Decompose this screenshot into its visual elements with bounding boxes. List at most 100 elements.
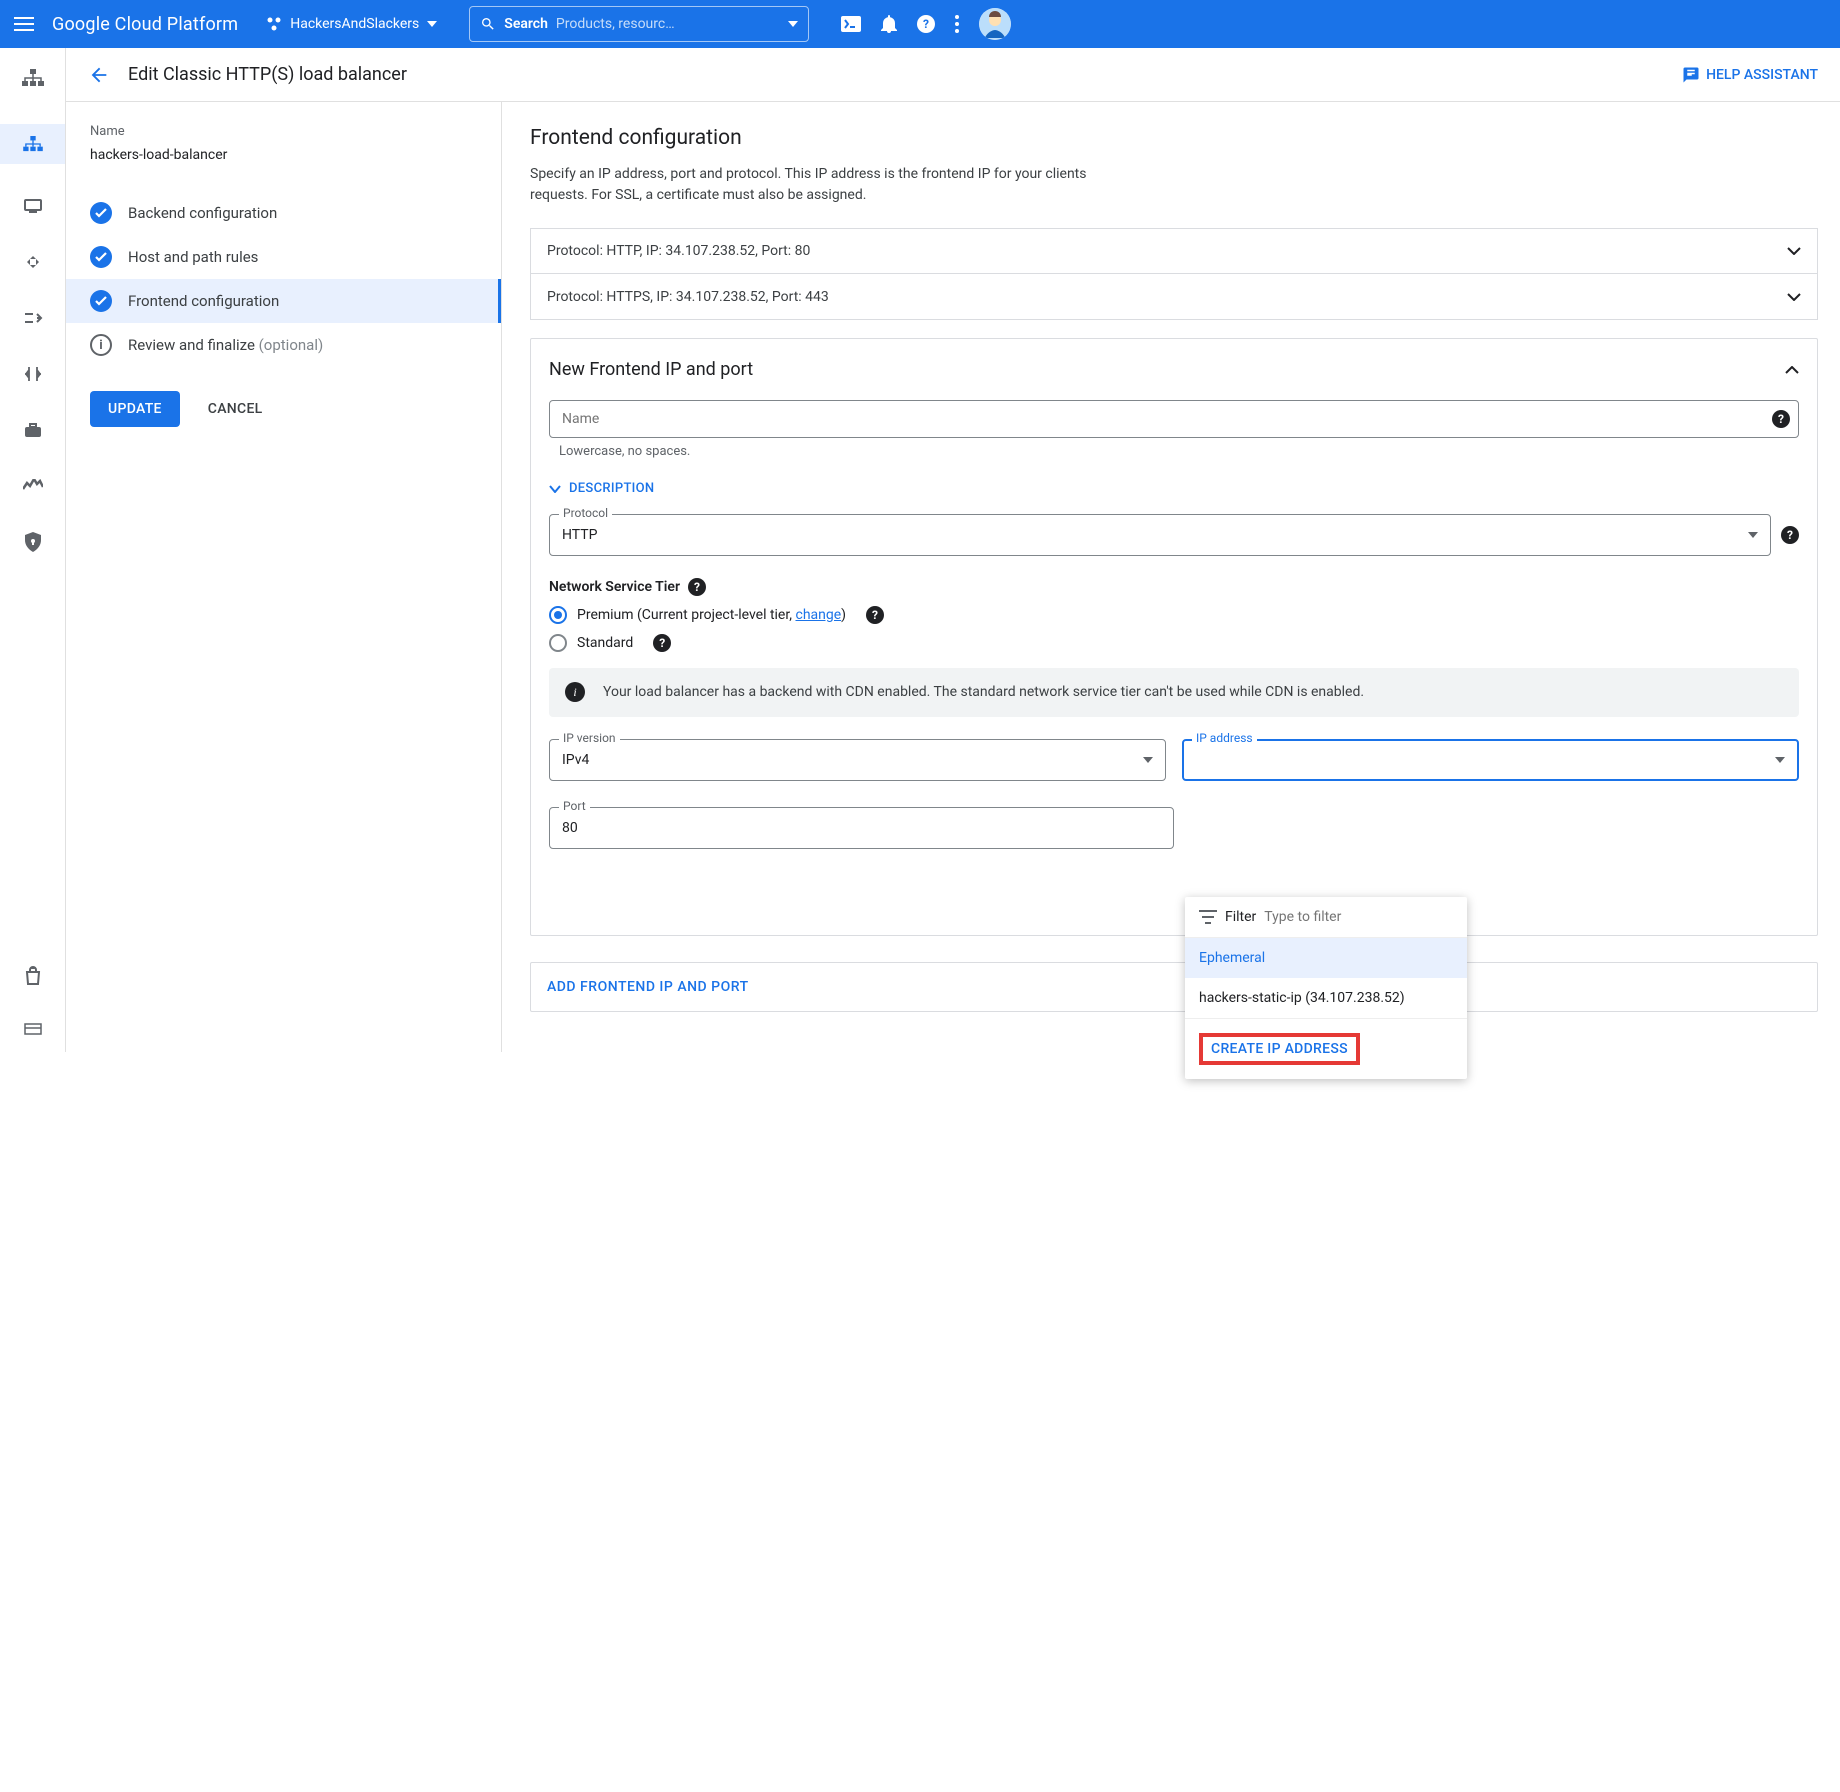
nav-network-icon[interactable] bbox=[0, 60, 65, 96]
radio-unselected-icon bbox=[549, 634, 567, 652]
chat-icon bbox=[1682, 66, 1700, 84]
nav-expand-icon[interactable] bbox=[13, 248, 53, 276]
frontend-name-field[interactable] bbox=[562, 411, 1786, 427]
nav-security-icon[interactable] bbox=[13, 528, 53, 556]
protocol-label: Protocol bbox=[559, 506, 612, 520]
help-icon[interactable]: ? bbox=[866, 606, 884, 624]
tier-standard-label: Standard bbox=[577, 635, 633, 651]
chevron-down-icon bbox=[427, 21, 437, 27]
ip-address-select[interactable] bbox=[1182, 739, 1799, 781]
ip-option-ephemeral[interactable]: Ephemeral bbox=[1185, 938, 1467, 978]
nav-load-balancing-icon[interactable] bbox=[0, 124, 65, 164]
tier-standard-radio[interactable]: Standard ? bbox=[549, 634, 1799, 652]
step-optional-label: (optional) bbox=[259, 336, 324, 354]
update-button[interactable]: UPDATE bbox=[90, 391, 180, 427]
step-label: Frontend configuration bbox=[128, 292, 279, 310]
section-description: Specify an IP address, port and protocol… bbox=[530, 164, 1090, 206]
search-placeholder: Products, resourc… bbox=[556, 16, 780, 32]
step-host-path[interactable]: Host and path rules bbox=[90, 235, 477, 279]
chevron-down-icon bbox=[1787, 247, 1801, 255]
step-frontend[interactable]: Frontend configuration bbox=[66, 279, 501, 323]
ip-address-label: IP address bbox=[1192, 731, 1257, 745]
create-ip-address-button[interactable]: CREATE IP ADDRESS bbox=[1211, 1041, 1348, 1057]
step-backend[interactable]: Backend configuration bbox=[90, 191, 477, 235]
nav-resize-icon[interactable] bbox=[13, 360, 53, 388]
nav-metrics-icon[interactable] bbox=[13, 472, 53, 500]
description-toggle-label: DESCRIPTION bbox=[569, 481, 654, 496]
radio-selected-icon bbox=[549, 606, 567, 624]
new-frontend-panel: New Frontend IP and port ? Lowercase, no… bbox=[530, 338, 1818, 936]
check-icon bbox=[90, 290, 112, 312]
top-icons: ? bbox=[841, 8, 1011, 40]
change-tier-link[interactable]: change bbox=[795, 607, 841, 623]
cdn-info-text: Your load balancer has a backend with CD… bbox=[603, 682, 1364, 703]
help-icon[interactable]: ? bbox=[917, 15, 935, 33]
notifications-icon[interactable] bbox=[881, 15, 897, 33]
add-frontend-button[interactable]: ADD FRONTEND IP AND PORT bbox=[530, 962, 1818, 1012]
caret-down-icon bbox=[1748, 532, 1758, 538]
more-icon[interactable] bbox=[955, 15, 959, 33]
frontend-row-https[interactable]: Protocol: HTTPS, IP: 34.107.238.52, Port… bbox=[530, 274, 1818, 320]
search-label: Search bbox=[504, 16, 548, 32]
ip-option-static[interactable]: hackers-static-ip (34.107.238.52) bbox=[1185, 978, 1467, 1018]
frontend-row-http[interactable]: Protocol: HTTP, IP: 34.107.238.52, Port:… bbox=[530, 228, 1818, 274]
name-label: Name bbox=[90, 124, 477, 139]
frontend-config-panel: Frontend configuration Specify an IP add… bbox=[502, 102, 1840, 1052]
section-heading: Frontend configuration bbox=[530, 126, 1818, 150]
nav-marketplace-icon[interactable] bbox=[13, 962, 53, 990]
tier-premium-prefix: Premium (Current project-level tier, bbox=[577, 607, 795, 623]
filter-input[interactable] bbox=[1264, 909, 1453, 925]
search-icon bbox=[480, 16, 496, 32]
hamburger-icon[interactable] bbox=[12, 12, 36, 36]
tier-premium-radio[interactable]: Premium (Current project-level tier, cha… bbox=[549, 606, 1799, 624]
avatar[interactable] bbox=[979, 8, 1011, 40]
svg-text:?: ? bbox=[923, 17, 929, 31]
ip-version-value: IPv4 bbox=[562, 752, 589, 768]
check-icon bbox=[90, 202, 112, 224]
protocol-select[interactable]: HTTP bbox=[549, 514, 1771, 556]
project-name: HackersAndSlackers bbox=[290, 16, 419, 32]
nav-connect-icon[interactable] bbox=[13, 304, 53, 332]
port-input[interactable]: 80 bbox=[549, 807, 1174, 849]
chevron-down-icon bbox=[788, 21, 798, 27]
tier-premium-suffix: ) bbox=[841, 607, 846, 623]
caret-down-icon bbox=[1775, 757, 1785, 763]
name-helper-text: Lowercase, no spaces. bbox=[559, 444, 1799, 459]
description-toggle[interactable]: DESCRIPTION bbox=[549, 481, 1799, 496]
ip-address-dropdown: Filter Ephemeral hackers-static-ip (34.1… bbox=[1185, 897, 1467, 1079]
nav-compute-icon[interactable] bbox=[13, 192, 53, 220]
search-box[interactable]: Search Products, resourc… bbox=[469, 6, 809, 42]
name-value: hackers-load-balancer bbox=[90, 147, 477, 163]
dropdown-filter-row[interactable]: Filter bbox=[1185, 897, 1467, 938]
gcp-logo-text[interactable]: Google Cloud Platform bbox=[52, 14, 238, 35]
info-icon: i bbox=[565, 682, 585, 702]
help-icon[interactable]: ? bbox=[1772, 410, 1790, 428]
cancel-button[interactable]: CANCEL bbox=[208, 401, 263, 417]
help-icon[interactable]: ? bbox=[653, 634, 671, 652]
chevron-down-icon bbox=[549, 485, 561, 493]
frontend-name-input[interactable]: ? bbox=[549, 400, 1799, 438]
check-icon bbox=[90, 246, 112, 268]
ip-version-label: IP version bbox=[559, 731, 620, 745]
help-assistant-button[interactable]: HELP ASSISTANT bbox=[1682, 66, 1818, 84]
filter-label: Filter bbox=[1225, 909, 1256, 925]
nav-toolbox-icon[interactable] bbox=[13, 416, 53, 444]
help-icon[interactable]: ? bbox=[688, 578, 706, 596]
cloud-shell-icon[interactable] bbox=[841, 16, 861, 32]
top-bar: Google Cloud Platform HackersAndSlackers… bbox=[0, 0, 1840, 48]
project-picker[interactable]: HackersAndSlackers bbox=[266, 16, 437, 32]
help-icon[interactable]: ? bbox=[1781, 526, 1799, 544]
frontend-row-label: Protocol: HTTPS, IP: 34.107.238.52, Port… bbox=[547, 289, 829, 305]
step-label: Host and path rules bbox=[128, 248, 258, 266]
ip-version-select[interactable]: IPv4 bbox=[549, 739, 1166, 781]
step-label: Review and finalize bbox=[128, 336, 255, 354]
help-assistant-label: HELP ASSISTANT bbox=[1706, 67, 1818, 83]
chevron-up-icon[interactable] bbox=[1785, 366, 1799, 374]
frontend-row-label: Protocol: HTTP, IP: 34.107.238.52, Port:… bbox=[547, 243, 810, 259]
step-review[interactable]: i Review and finalize (optional) bbox=[90, 323, 477, 367]
steps-panel: Name hackers-load-balancer Backend confi… bbox=[66, 102, 502, 1052]
back-arrow-icon[interactable] bbox=[88, 64, 110, 86]
nav-release-icon[interactable] bbox=[13, 1014, 53, 1042]
caret-down-icon bbox=[1143, 757, 1153, 763]
port-label: Port bbox=[559, 799, 590, 813]
